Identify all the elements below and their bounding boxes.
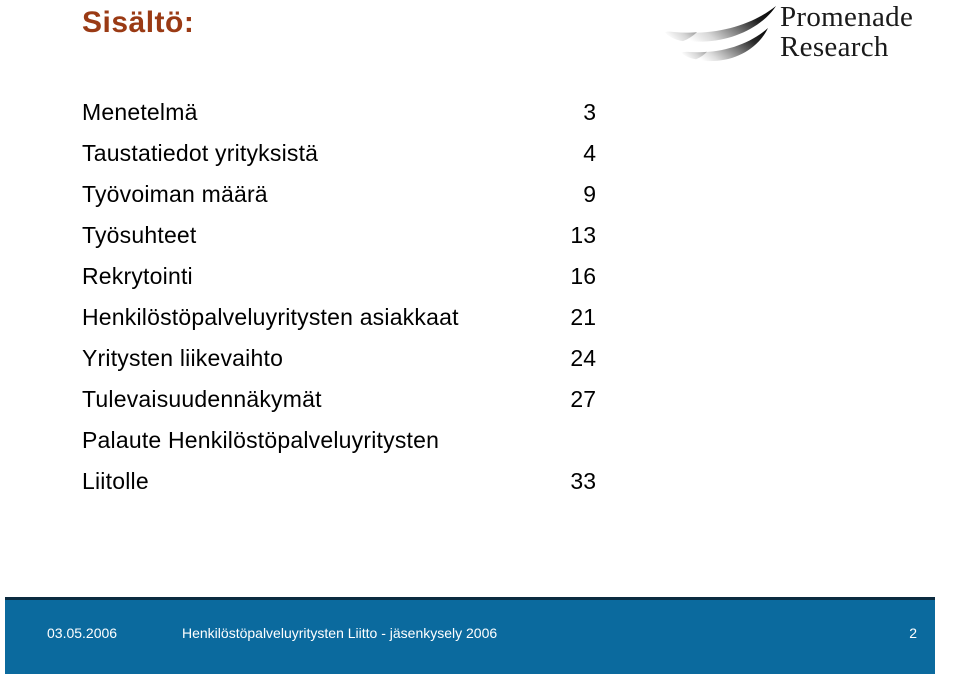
list-item: Liitolle 33	[82, 461, 602, 502]
logo-wordmark: Promenade Research	[780, 1, 914, 63]
toc-label: Työsuhteet	[82, 222, 197, 248]
list-item: Taustatiedot yrityksistä 4	[82, 133, 602, 174]
list-item: Rekrytointi 16	[82, 256, 602, 297]
logo: Promenade Research	[660, 2, 922, 66]
list-item: Työsuhteet 13	[82, 215, 602, 256]
logo-line-2: Research	[780, 30, 889, 63]
logo-line-1: Promenade	[780, 1, 914, 33]
toc-label: Liitolle	[82, 468, 149, 494]
toc-page-number: 21	[570, 304, 596, 330]
slide-footer: 03.05.2006 Henkilöstöpalveluyritysten Li…	[5, 597, 935, 674]
page-title: Sisältö:	[82, 6, 195, 39]
toc-label: Tulevaisuudennäkymät	[82, 386, 322, 412]
toc-page-number: 13	[570, 222, 596, 248]
toc-label: Palaute Henkilöstöpalveluyritysten	[82, 427, 440, 453]
list-item: Henkilöstöpalveluyritysten asiakkaat 21	[82, 297, 602, 338]
list-item: Tulevaisuudennäkymät 27	[82, 379, 602, 420]
footer-page-number: 2	[909, 625, 917, 641]
toc-page-number: 9	[583, 181, 596, 207]
list-item: Menetelmä 3	[82, 92, 602, 133]
toc-page-number: 4	[583, 140, 596, 166]
toc-label: Taustatiedot yrityksistä	[82, 140, 319, 166]
promenade-swoosh-mark-icon	[660, 2, 778, 64]
toc-page-number: 27	[570, 386, 596, 412]
toc-label: Yritysten liikevaihto	[82, 345, 284, 371]
slide: Sisältö: Promenade Research Menetelmä 3 …	[0, 0, 960, 674]
list-item: Palaute Henkilöstöpalveluyritysten	[82, 420, 602, 461]
toc-page-number: 3	[583, 99, 596, 125]
toc-page-number: 24	[570, 345, 596, 371]
toc-label: Henkilöstöpalveluyritysten asiakkaat	[82, 304, 459, 330]
list-item: Työvoiman määrä 9	[82, 174, 602, 215]
footer-title: Henkilöstöpalveluyritysten Liitto - jäse…	[182, 625, 498, 641]
toc-page-number: 33	[570, 468, 596, 494]
toc-label: Menetelmä	[82, 99, 198, 125]
toc-page-number: 16	[570, 263, 596, 289]
list-item: Yritysten liikevaihto 24	[82, 338, 602, 379]
footer-date: 03.05.2006	[47, 625, 118, 641]
table-of-contents: Menetelmä 3 Taustatiedot yrityksistä 4 T…	[82, 92, 602, 502]
toc-label: Työvoiman määrä	[82, 181, 268, 207]
toc-label: Rekrytointi	[82, 263, 193, 289]
